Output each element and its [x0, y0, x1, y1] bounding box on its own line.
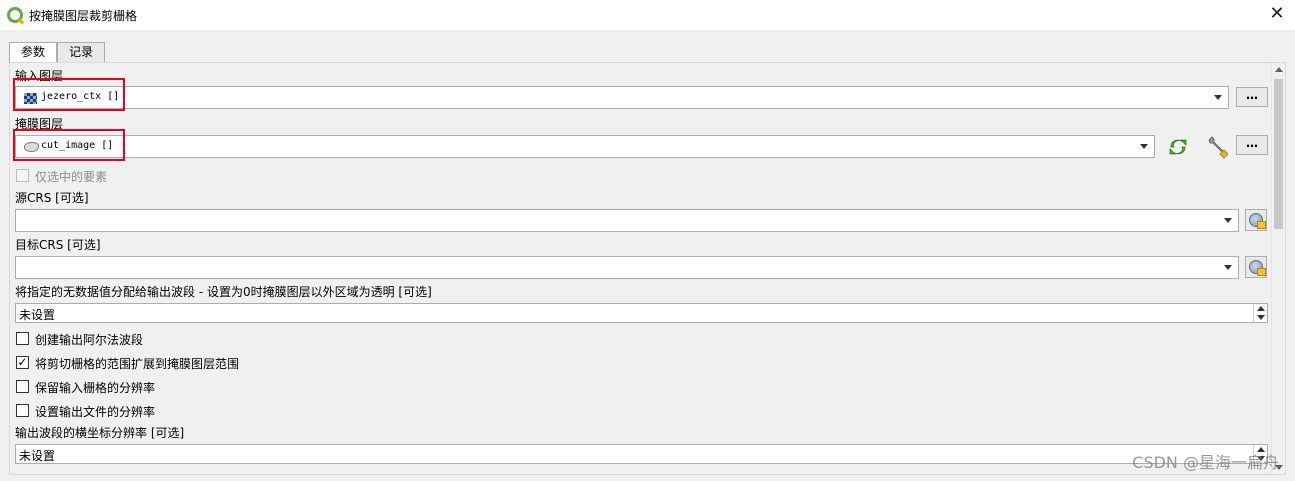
- source-crs-select-button[interactable]: [1245, 209, 1267, 231]
- spin-buttons[interactable]: [1253, 304, 1267, 322]
- nodata-value: 未设置: [19, 308, 56, 322]
- tab-parameters[interactable]: 参数: [9, 42, 57, 64]
- source-crs-label: 源CRS [可选]: [15, 191, 89, 205]
- qgis-logo-icon: [7, 7, 23, 23]
- set-resolution-label: 设置输出文件的分辨率: [35, 405, 156, 419]
- set-resolution-checkbox[interactable]: [16, 404, 29, 417]
- input-layer-browse-button[interactable]: …: [1236, 87, 1268, 107]
- crop-to-cutline-label: 将剪切栅格的范围扩展到掩膜图层范围: [35, 357, 240, 371]
- chevron-down-icon: [1224, 218, 1232, 223]
- keep-resolution-label: 保留输入栅格的分辨率: [35, 381, 156, 395]
- scrollbar-thumb[interactable]: [1274, 79, 1283, 229]
- keep-resolution-checkbox[interactable]: [16, 380, 29, 393]
- chevron-down-icon: [1214, 95, 1222, 100]
- input-layer-combo[interactable]: jezero_ctx []: [15, 86, 1229, 109]
- parameters-content: 输入图层 jezero_ctx [] … 掩膜图层 cut_image [] ……: [10, 63, 1272, 474]
- x-resolution-label: 输出波段的横坐标分辨率 [可选]: [15, 426, 185, 440]
- create-alpha-label: 创建输出阿尔法波段: [35, 333, 144, 347]
- target-crs-select-button[interactable]: [1245, 256, 1267, 278]
- x-resolution-spinbox[interactable]: 未设置: [15, 444, 1268, 464]
- x-resolution-value: 未设置: [19, 449, 56, 463]
- crs-globe-icon: [1249, 260, 1266, 276]
- selected-only-checkbox[interactable]: [16, 169, 29, 182]
- chevron-down-icon: [1224, 265, 1232, 270]
- source-crs-combo[interactable]: [15, 209, 1239, 232]
- tab-log[interactable]: 记录: [57, 42, 105, 63]
- target-crs-label: 目标CRS [可选]: [15, 238, 101, 252]
- close-button[interactable]: ✕: [1265, 3, 1289, 25]
- watermark: CSDN @星海一扁舟: [1132, 453, 1279, 472]
- input-layer-highlight: [13, 78, 125, 111]
- nodata-spinbox[interactable]: 未设置: [15, 303, 1268, 323]
- vertical-scrollbar[interactable]: [1271, 63, 1285, 474]
- wrench-icon[interactable]: [1206, 135, 1228, 159]
- spin-down-icon: [1257, 315, 1265, 320]
- mask-layer-highlight: [13, 129, 125, 161]
- crs-globe-icon: [1249, 213, 1266, 229]
- chevron-down-icon: [1140, 144, 1148, 149]
- crop-to-cutline-checkbox[interactable]: ✓: [16, 355, 29, 369]
- sync-icon[interactable]: [1168, 137, 1188, 157]
- target-crs-combo[interactable]: [15, 256, 1239, 279]
- parameters-panel: 输入图层 jezero_ctx [] … 掩膜图层 cut_image [] ……: [9, 62, 1286, 475]
- checkmark-icon: ✓: [17, 355, 28, 369]
- mask-layer-options-button[interactable]: …: [1236, 135, 1268, 155]
- mask-layer-combo[interactable]: cut_image []: [15, 135, 1155, 158]
- selected-only-label: 仅选中的要素: [35, 170, 108, 184]
- window-title: 按掩膜图层裁剪栅格: [29, 9, 138, 23]
- create-alpha-checkbox[interactable]: [16, 332, 29, 345]
- nodata-label: 将指定的无数据值分配给输出波段 - 设置为0时掩膜图层以外区域为透明 [可选]: [15, 285, 432, 299]
- scroll-up-icon[interactable]: [1275, 67, 1283, 72]
- title-bar: 按掩膜图层裁剪栅格 ✕: [0, 0, 1295, 30]
- spin-up-icon: [1257, 306, 1265, 311]
